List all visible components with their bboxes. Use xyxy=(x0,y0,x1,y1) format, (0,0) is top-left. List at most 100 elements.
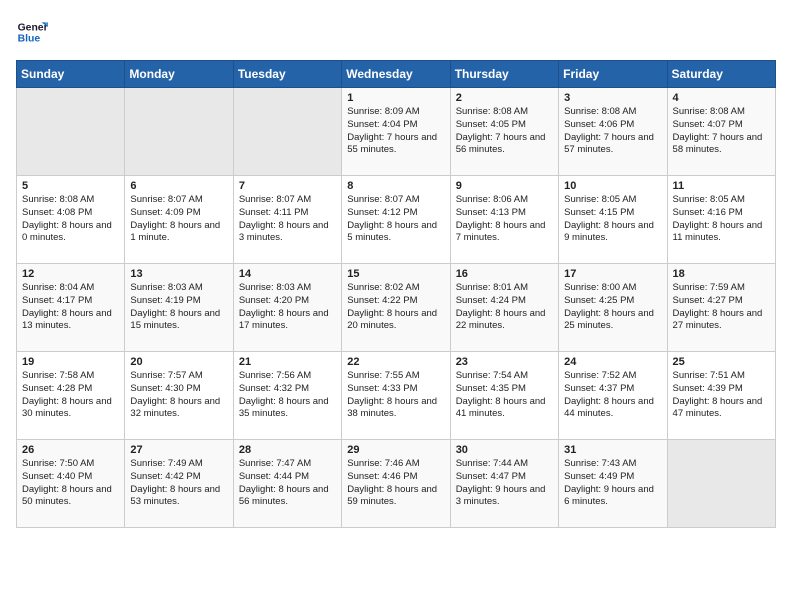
day-number: 29 xyxy=(347,444,444,456)
cell-content: Sunrise: 8:08 AM Sunset: 4:06 PM Dayligh… xyxy=(564,106,661,157)
day-number: 3 xyxy=(564,92,661,104)
calendar-cell: 13 Sunrise: 8:03 AM Sunset: 4:19 PM Dayli… xyxy=(125,264,233,352)
calendar-week-1: 1 Sunrise: 8:09 AM Sunset: 4:04 PM Daylig… xyxy=(17,88,776,176)
cell-content: Sunrise: 8:02 AM Sunset: 4:22 PM Dayligh… xyxy=(347,282,444,333)
cell-content: Sunrise: 7:44 AM Sunset: 4:47 PM Dayligh… xyxy=(456,458,553,509)
calendar-cell: 6 Sunrise: 8:07 AM Sunset: 4:09 PM Daylig… xyxy=(125,176,233,264)
day-number: 30 xyxy=(456,444,553,456)
calendar-cell: 17Sunrise: 8:00 AM Sunset: 4:25 PM Dayli… xyxy=(559,264,667,352)
calendar-cell: 2Sunrise: 8:08 AM Sunset: 4:05 PM Daylig… xyxy=(450,88,558,176)
svg-text:General: General xyxy=(18,22,48,33)
day-header-friday: Friday xyxy=(559,61,667,88)
day-header-thursday: Thursday xyxy=(450,61,558,88)
cell-content: Sunrise: 7:51 AM Sunset: 4:39 PM Dayligh… xyxy=(673,370,770,421)
calendar-week-2: 5 Sunrise: 8:08 AM Sunset: 4:08 PM Daylig… xyxy=(17,176,776,264)
logo: General Blue xyxy=(16,16,48,48)
calendar-cell: 1 Sunrise: 8:09 AM Sunset: 4:04 PM Daylig… xyxy=(342,88,450,176)
calendar-week-3: 12 Sunrise: 8:04 AM Sunset: 4:17 PM Dayli… xyxy=(17,264,776,352)
day-header-tuesday: Tuesday xyxy=(233,61,341,88)
cell-content: Sunrise: 8:06 AM Sunset: 4:13 PM Dayligh… xyxy=(456,194,553,245)
day-number: 9 xyxy=(456,180,553,192)
day-number: 2 xyxy=(456,92,553,104)
cell-content: Sunrise: 8:03 AM Sunset: 4:19 PM Dayligh… xyxy=(130,282,227,333)
day-number: 6 xyxy=(130,180,227,192)
calendar-week-5: 26 Sunrise: 7:50 AM Sunset: 4:40 PM Dayli… xyxy=(17,440,776,528)
cell-content: Sunrise: 7:58 AM Sunset: 4:28 PM Dayligh… xyxy=(22,370,119,421)
day-number: 8 xyxy=(347,180,444,192)
day-number: 22 xyxy=(347,356,444,368)
day-number: 20 xyxy=(130,356,227,368)
day-number: 21 xyxy=(239,356,336,368)
calendar-cell: 25 Sunrise: 7:51 AM Sunset: 4:39 PM Dayli… xyxy=(667,352,775,440)
cell-content: Sunrise: 8:08 AM Sunset: 4:07 PM Dayligh… xyxy=(673,106,770,157)
cell-content: Sunrise: 8:09 AM Sunset: 4:04 PM Dayligh… xyxy=(347,106,444,157)
calendar-cell: 7 Sunrise: 8:07 AM Sunset: 4:11 PM Daylig… xyxy=(233,176,341,264)
day-number: 24 xyxy=(564,356,661,368)
logo-icon: General Blue xyxy=(16,16,48,48)
cell-content: Sunrise: 7:47 AM Sunset: 4:44 PM Dayligh… xyxy=(239,458,336,509)
cell-content: Sunrise: 7:52 AM Sunset: 4:37 PM Dayligh… xyxy=(564,370,661,421)
cell-content: Sunrise: 7:55 AM Sunset: 4:33 PM Dayligh… xyxy=(347,370,444,421)
calendar-cell: 26 Sunrise: 7:50 AM Sunset: 4:40 PM Dayli… xyxy=(17,440,125,528)
calendar-cell: 23 Sunrise: 7:54 AM Sunset: 4:35 PM Dayli… xyxy=(450,352,558,440)
day-number: 11 xyxy=(673,180,770,192)
cell-content: Sunrise: 8:03 AM Sunset: 4:20 PM Dayligh… xyxy=(239,282,336,333)
day-number: 7 xyxy=(239,180,336,192)
cell-content: Sunrise: 7:46 AM Sunset: 4:46 PM Dayligh… xyxy=(347,458,444,509)
day-number: 15 xyxy=(347,268,444,280)
cell-content: Sunrise: 8:04 AM Sunset: 4:17 PM Dayligh… xyxy=(22,282,119,333)
page-header: General Blue xyxy=(16,16,776,48)
calendar-cell: 15 Sunrise: 8:02 AM Sunset: 4:22 PM Dayli… xyxy=(342,264,450,352)
calendar-cell: 24 Sunrise: 7:52 AM Sunset: 4:37 PM Dayli… xyxy=(559,352,667,440)
day-header-monday: Monday xyxy=(125,61,233,88)
calendar-table: SundayMondayTuesdayWednesdayThursdayFrid… xyxy=(16,60,776,528)
cell-content: Sunrise: 8:05 AM Sunset: 4:15 PM Dayligh… xyxy=(564,194,661,245)
day-number: 5 xyxy=(22,180,119,192)
calendar-cell: 27Sunrise: 7:49 AM Sunset: 4:42 PM Dayli… xyxy=(125,440,233,528)
calendar-cell: 12 Sunrise: 8:04 AM Sunset: 4:17 PM Dayli… xyxy=(17,264,125,352)
calendar-cell: 14 Sunrise: 8:03 AM Sunset: 4:20 PM Dayli… xyxy=(233,264,341,352)
calendar-cell: 29 Sunrise: 7:46 AM Sunset: 4:46 PM Dayli… xyxy=(342,440,450,528)
day-number: 23 xyxy=(456,356,553,368)
day-number: 27 xyxy=(130,444,227,456)
cell-content: Sunrise: 7:59 AM Sunset: 4:27 PM Dayligh… xyxy=(673,282,770,333)
calendar-cell xyxy=(667,440,775,528)
day-number: 18 xyxy=(673,268,770,280)
day-number: 1 xyxy=(347,92,444,104)
day-number: 16 xyxy=(456,268,553,280)
calendar-cell: 18 Sunrise: 7:59 AM Sunset: 4:27 PM Dayli… xyxy=(667,264,775,352)
day-header-wednesday: Wednesday xyxy=(342,61,450,88)
calendar-cell xyxy=(17,88,125,176)
calendar-cell: 22 Sunrise: 7:55 AM Sunset: 4:33 PM Dayli… xyxy=(342,352,450,440)
day-number: 12 xyxy=(22,268,119,280)
day-number: 25 xyxy=(673,356,770,368)
cell-content: Sunrise: 7:43 AM Sunset: 4:49 PM Dayligh… xyxy=(564,458,661,509)
day-number: 10 xyxy=(564,180,661,192)
calendar-cell xyxy=(125,88,233,176)
calendar-cell: 30 Sunrise: 7:44 AM Sunset: 4:47 PM Dayli… xyxy=(450,440,558,528)
day-header-saturday: Saturday xyxy=(667,61,775,88)
day-number: 26 xyxy=(22,444,119,456)
calendar-cell: 3 Sunrise: 8:08 AM Sunset: 4:06 PM Daylig… xyxy=(559,88,667,176)
cell-content: Sunrise: 8:07 AM Sunset: 4:09 PM Dayligh… xyxy=(130,194,227,245)
calendar-cell: 4Sunrise: 8:08 AM Sunset: 4:07 PM Daylig… xyxy=(667,88,775,176)
cell-content: Sunrise: 8:07 AM Sunset: 4:11 PM Dayligh… xyxy=(239,194,336,245)
cell-content: Sunrise: 7:50 AM Sunset: 4:40 PM Dayligh… xyxy=(22,458,119,509)
calendar-cell: 10 Sunrise: 8:05 AM Sunset: 4:15 PM Dayli… xyxy=(559,176,667,264)
cell-content: Sunrise: 7:57 AM Sunset: 4:30 PM Dayligh… xyxy=(130,370,227,421)
calendar-cell xyxy=(233,88,341,176)
calendar-cell: 31Sunrise: 7:43 AM Sunset: 4:49 PM Dayli… xyxy=(559,440,667,528)
day-header-sunday: Sunday xyxy=(17,61,125,88)
svg-text:Blue: Blue xyxy=(18,34,41,45)
calendar-week-4: 19 Sunrise: 7:58 AM Sunset: 4:28 PM Dayli… xyxy=(17,352,776,440)
cell-content: Sunrise: 8:00 AM Sunset: 4:25 PM Dayligh… xyxy=(564,282,661,333)
day-number: 14 xyxy=(239,268,336,280)
day-number: 19 xyxy=(22,356,119,368)
calendar-cell: 28 Sunrise: 7:47 AM Sunset: 4:44 PM Dayli… xyxy=(233,440,341,528)
cell-content: Sunrise: 8:08 AM Sunset: 4:08 PM Dayligh… xyxy=(22,194,119,245)
day-number: 28 xyxy=(239,444,336,456)
cell-content: Sunrise: 7:56 AM Sunset: 4:32 PM Dayligh… xyxy=(239,370,336,421)
cell-content: Sunrise: 7:54 AM Sunset: 4:35 PM Dayligh… xyxy=(456,370,553,421)
day-number: 13 xyxy=(130,268,227,280)
calendar-cell: 11Sunrise: 8:05 AM Sunset: 4:16 PM Dayli… xyxy=(667,176,775,264)
